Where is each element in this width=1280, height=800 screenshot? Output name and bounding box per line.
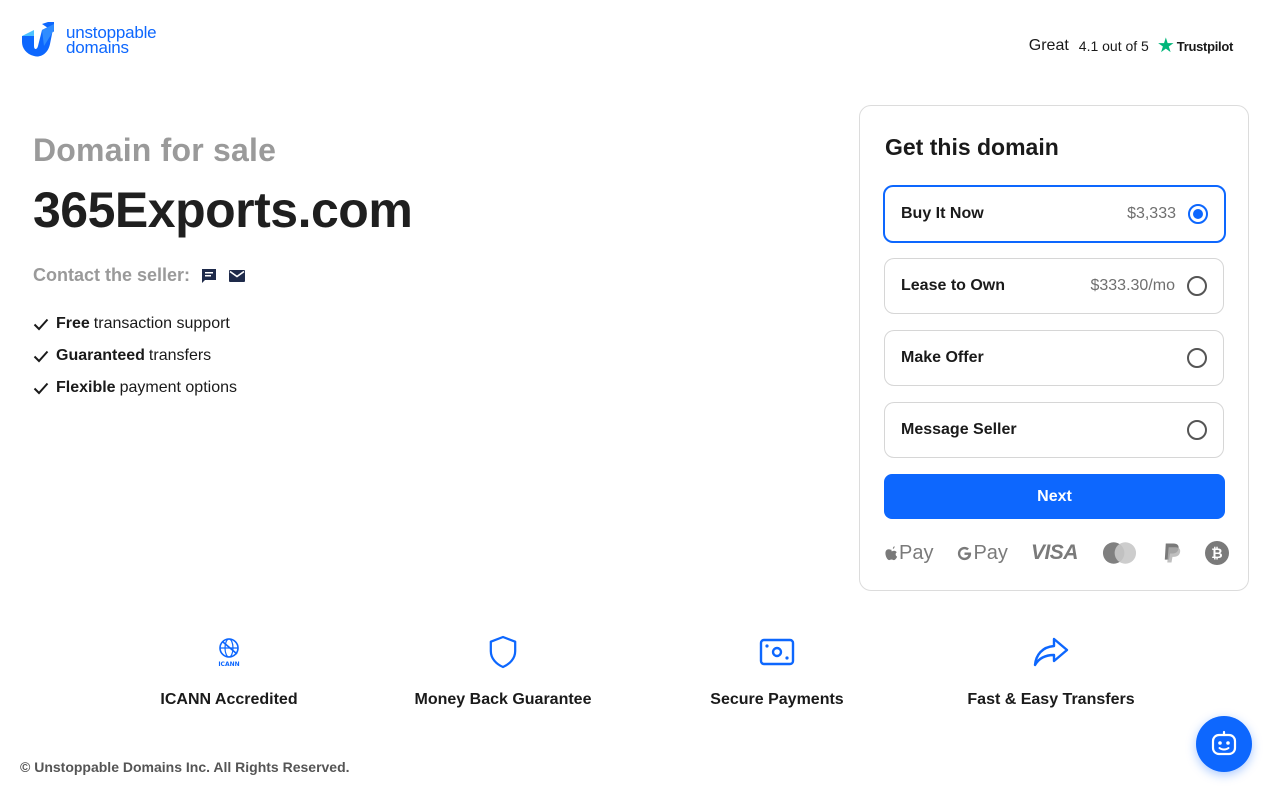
feature-item: Free transaction support: [33, 308, 412, 340]
feature-list: Free transaction support Guaranteed tran…: [33, 308, 412, 404]
email-icon[interactable]: [228, 267, 246, 285]
next-button[interactable]: Next: [884, 474, 1225, 519]
benefit-fast-transfers: Fast & Easy Transfers: [921, 632, 1181, 709]
radio-unselected[interactable]: [1187, 420, 1207, 440]
radio-unselected[interactable]: [1187, 276, 1207, 296]
check-icon: [33, 380, 49, 396]
option-label: Buy It Now: [901, 205, 984, 222]
trustpilot-rating-word: Great: [1028, 37, 1069, 54]
trustpilot-rating[interactable]: Great 4.1 out of 5 ★ Trustpilot: [1028, 35, 1234, 57]
radio-selected[interactable]: [1188, 204, 1208, 224]
chat-widget-button[interactable]: [1196, 716, 1252, 772]
brand-name-line2: domains: [66, 38, 129, 57]
unstoppable-logo-icon: [22, 22, 54, 57]
star-icon: ★: [1156, 35, 1175, 57]
listing-info: Domain for sale 365Exports.com Contact t…: [33, 132, 413, 404]
benefit-money-back: Money Back Guarantee: [373, 632, 633, 709]
radio-unselected[interactable]: [1187, 348, 1207, 368]
payment-methods: Pay Pay VISA ₿: [884, 541, 1229, 565]
chatbot-icon: [1211, 730, 1237, 756]
brand-wordmark: unstoppable domains: [66, 24, 157, 57]
option-message-seller[interactable]: Message Seller: [884, 402, 1224, 458]
mastercard-icon: [1101, 541, 1138, 565]
feature-item: Guaranteed transfers: [33, 340, 412, 372]
option-price: $3,333: [1127, 205, 1176, 222]
option-label: Message Seller: [901, 421, 1017, 438]
option-buy-it-now[interactable]: Buy It Now $3,333: [883, 185, 1226, 243]
apple-pay-icon: Pay: [884, 542, 933, 565]
purchase-card: Get this domain Buy It Now $3,333 Lease …: [859, 105, 1249, 591]
option-label: Lease to Own: [901, 277, 1006, 294]
domain-for-sale-heading: Domain for sale: [33, 132, 277, 168]
benefit-label: Secure Payments: [710, 691, 844, 708]
chat-icon[interactable]: [200, 267, 218, 285]
footer-copyright: © Unstoppable Domains Inc. All Rights Re…: [20, 759, 350, 775]
share-arrow-icon: [921, 632, 1181, 672]
option-lease-to-own[interactable]: Lease to Own $333.30/mo: [884, 258, 1224, 314]
benefit-label: Fast & Easy Transfers: [967, 691, 1135, 708]
feature-bold: Flexible: [56, 379, 116, 396]
apple-pay-text: Pay: [899, 541, 934, 564]
google-pay-icon: Pay: [956, 541, 1008, 565]
google-pay-text: Pay: [973, 541, 1008, 564]
domain-name: 365Exports.com: [33, 182, 413, 238]
trustpilot-score: 4.1 out of 5: [1078, 38, 1149, 54]
card-title: Get this domain: [885, 134, 1059, 160]
check-icon: [33, 316, 49, 332]
benefit-icann: ICANN ICANN Accredited: [99, 632, 359, 709]
brand-logo[interactable]: unstoppable domains: [20, 22, 157, 58]
feature-text: transaction support: [93, 315, 230, 332]
benefit-secure-payments: Secure Payments: [647, 632, 907, 709]
trustpilot-brand: Trustpilot: [1176, 38, 1234, 54]
feature-text: payment options: [119, 379, 237, 396]
option-price: $333.30/mo: [1090, 277, 1175, 294]
feature-bold: Guaranteed: [56, 347, 145, 364]
feature-text: transfers: [148, 347, 212, 364]
option-make-offer[interactable]: Make Offer: [884, 330, 1224, 386]
paypal-icon: [1161, 541, 1182, 565]
option-label: Make Offer: [901, 349, 984, 366]
contact-seller-label: Contact the seller:: [33, 265, 191, 285]
check-icon: [33, 348, 49, 364]
svg-text:₿: ₿: [1211, 546, 1222, 562]
visa-icon: VISA: [1030, 541, 1079, 564]
feature-item: Flexible payment options: [33, 372, 412, 404]
shield-icon: [373, 632, 633, 672]
benefit-label: ICANN Accredited: [160, 691, 298, 708]
feature-bold: Free: [56, 315, 90, 332]
icann-icon: ICANN: [99, 632, 359, 672]
bitcoin-icon: ₿: [1204, 541, 1229, 565]
contact-seller: Contact the seller:: [33, 265, 412, 286]
icann-icon-text: ICANN: [218, 661, 239, 668]
benefit-label: Money Back Guarantee: [414, 691, 592, 708]
cash-icon: [647, 632, 907, 672]
